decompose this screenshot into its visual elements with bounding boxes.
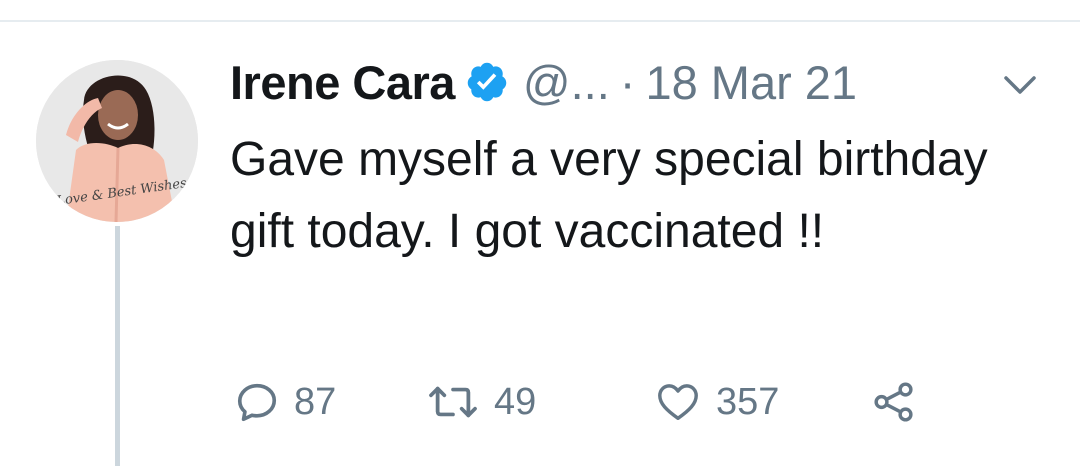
share-icon bbox=[874, 382, 913, 422]
retweet-count: 49 bbox=[494, 380, 537, 423]
separator-dot: · bbox=[619, 55, 636, 109]
author-handle[interactable]: @... bbox=[523, 55, 610, 110]
reply-count: 87 bbox=[294, 380, 337, 423]
thread-line bbox=[115, 226, 120, 466]
reply-button[interactable]: 87 bbox=[234, 372, 336, 432]
retweet-icon bbox=[429, 386, 477, 418]
reply-icon bbox=[237, 383, 277, 422]
top-divider bbox=[0, 20, 1080, 22]
verified-badge-icon bbox=[467, 62, 507, 102]
avatar[interactable]: Love & Best Wishes bbox=[36, 60, 198, 222]
chevron-down-icon[interactable] bbox=[1000, 70, 1040, 100]
share-button[interactable] bbox=[870, 372, 918, 432]
tweet-header: Irene Cara @... · 18 Mar 21 bbox=[230, 52, 857, 112]
tweet-text: Gave myself a very special birthday gift… bbox=[230, 133, 988, 258]
author-name[interactable]: Irene Cara bbox=[230, 55, 455, 110]
heart-icon bbox=[658, 384, 698, 421]
retweet-button[interactable]: 49 bbox=[426, 372, 536, 432]
tweet-date[interactable]: 18 Mar 21 bbox=[645, 55, 857, 110]
like-count: 357 bbox=[716, 380, 780, 423]
like-button[interactable]: 357 bbox=[654, 372, 779, 432]
tweet-actions: 87 49 357 bbox=[230, 372, 990, 432]
